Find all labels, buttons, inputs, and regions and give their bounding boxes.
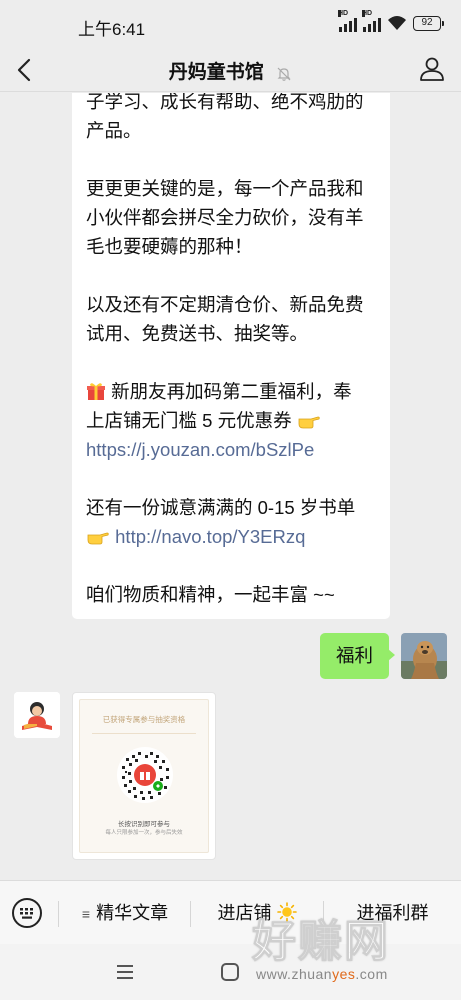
message-line: 上店铺无门槛 5 元优惠券 bbox=[86, 410, 292, 431]
coupon-link[interactable]: https://j.youzan.com/bSzlPe bbox=[86, 435, 376, 464]
chat-header: 丹妈童书馆 bbox=[0, 48, 461, 92]
message-line: 试用、免费送书、抽奖等。 bbox=[86, 323, 309, 344]
shop-avatar[interactable] bbox=[14, 692, 60, 738]
watermark-logo-text: 好赚网 bbox=[252, 916, 390, 967]
chat-title: 丹妈童书馆 bbox=[168, 62, 264, 83]
site-watermark: 好赚网 www.zhuanyes.com bbox=[252, 916, 452, 990]
message-line: 咱们物质和精神，一起丰富 ~~ bbox=[86, 584, 335, 605]
booklist-link[interactable]: http://navo.top/Y3ERzq bbox=[115, 526, 305, 547]
message-line: 更更更关键的是，每一个产品我和 bbox=[86, 178, 364, 199]
watermark-url: www.zhuanyes.com bbox=[256, 966, 388, 982]
image-header-text: 已获得专属参与抽奖资格 bbox=[102, 715, 186, 724]
chat-area[interactable]: 子学习、成长有帮助、绝不鸡肋的 产品。 更更更关键的是，每一个产品我和 小伙伴都… bbox=[0, 93, 461, 880]
shop-logo-icon bbox=[14, 692, 60, 738]
gift-icon bbox=[87, 383, 105, 400]
person-icon[interactable] bbox=[419, 56, 445, 82]
outgoing-text-message[interactable]: 福利 bbox=[319, 633, 396, 679]
message-line: 新朋友再加码第二重福利，奉 bbox=[111, 381, 352, 402]
bell-off-icon bbox=[277, 67, 291, 81]
image-sub-caption: 每人只限参加一次，参与后失效 bbox=[105, 830, 183, 836]
status-indicators: HD HD 92 bbox=[338, 10, 444, 32]
home-icon[interactable] bbox=[221, 963, 239, 981]
menu-icon[interactable] bbox=[116, 964, 134, 980]
battery-icon: 92 bbox=[413, 15, 444, 31]
my-avatar[interactable] bbox=[401, 633, 447, 679]
wifi-icon bbox=[388, 16, 406, 30]
message-line: 还有一份诚意满满的 0-15 岁书单 bbox=[86, 497, 356, 518]
pointing-hand-icon bbox=[298, 416, 320, 429]
pointing-hand-icon bbox=[87, 532, 109, 545]
incoming-image-message[interactable]: 已获得专属参与抽奖资格 长按识别即可参与 每人只限参加一次，参与后失效 bbox=[72, 692, 216, 860]
keyboard-icon[interactable] bbox=[12, 898, 42, 928]
message-line: 子学习、成长有帮助、绝不鸡肋的 bbox=[86, 93, 364, 112]
image-caption: 长按识别即可参与 bbox=[118, 821, 170, 828]
message-line: 小伙伴都会拼尽全力砍价，没有羊 bbox=[86, 207, 364, 228]
message-line: 产品。 bbox=[86, 120, 142, 141]
message-line: 以及还有不定期清仓价、新品免费 bbox=[86, 294, 364, 315]
message-line: 毛也要硬薅的那种！ bbox=[86, 236, 253, 257]
menu-item-articles[interactable]: ≡ 精华文章 bbox=[60, 881, 190, 945]
signal-icon: HD bbox=[338, 10, 357, 32]
dog-photo-icon bbox=[401, 633, 447, 679]
incoming-text-message[interactable]: 子学习、成长有帮助、绝不鸡肋的 产品。 更更更关键的是，每一个产品我和 小伙伴都… bbox=[72, 93, 390, 619]
status-time: 上午6:41 bbox=[78, 20, 146, 39]
signal-icon-2: HD bbox=[362, 10, 381, 32]
status-bar: 上午6:41 HD HD 92 bbox=[0, 0, 461, 48]
qr-code-icon[interactable] bbox=[116, 746, 174, 804]
